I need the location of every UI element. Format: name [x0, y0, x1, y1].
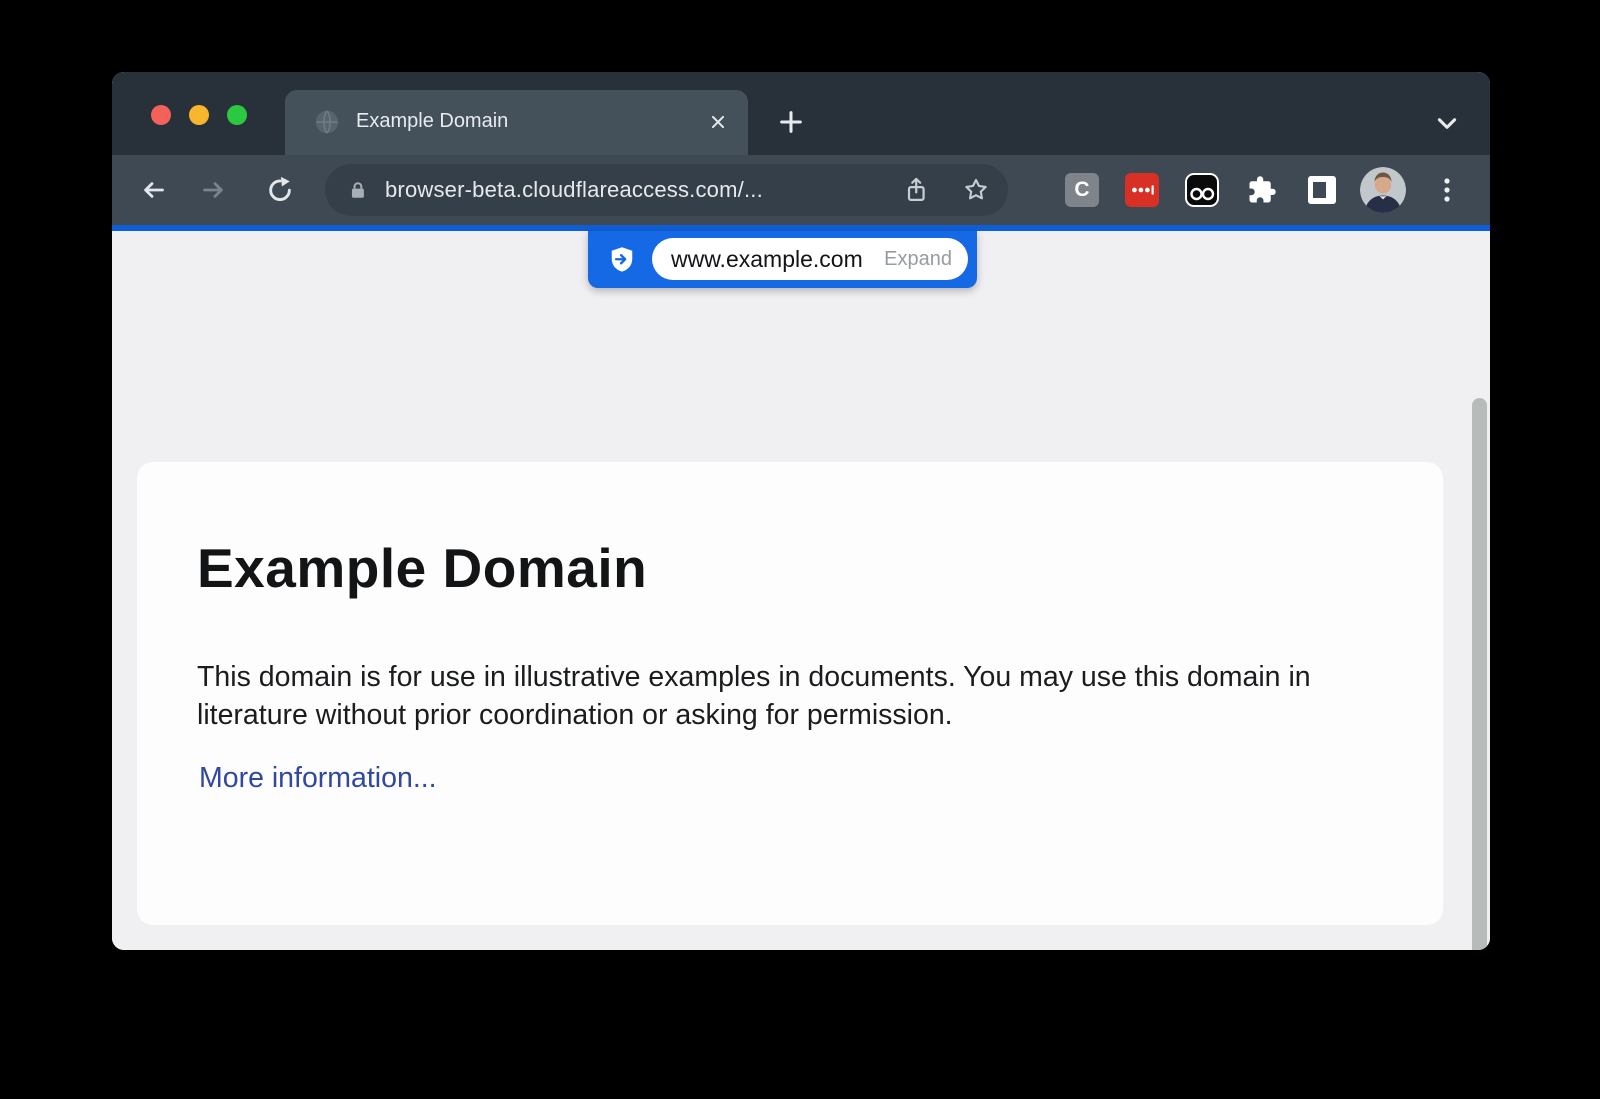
tab-close-icon[interactable]: [704, 108, 732, 136]
expand-button[interactable]: Expand: [884, 248, 952, 271]
bookmark-star-icon[interactable]: [962, 176, 990, 204]
profile-avatar[interactable]: [1360, 167, 1406, 213]
page-viewport: www.example.com Expand Example Domain Th…: [112, 231, 1490, 950]
globe-favicon-icon: [312, 107, 342, 137]
browser-window: Example Domain: [112, 72, 1490, 950]
page-paragraph: This domain is for use in illustrative e…: [197, 658, 1357, 734]
zoom-window-button[interactable]: [227, 105, 247, 125]
forward-button[interactable]: [201, 176, 229, 204]
shield-arrow-icon: [607, 245, 637, 275]
url-text[interactable]: browser-beta.cloudflareaccess.com/...: [385, 164, 763, 216]
more-information-link[interactable]: More information...: [199, 762, 437, 795]
tab-title: Example Domain: [356, 90, 508, 155]
reload-button[interactable]: [266, 176, 294, 204]
address-bar[interactable]: browser-beta.cloudflareaccess.com/...: [325, 164, 1008, 216]
share-icon[interactable]: [902, 176, 930, 204]
minimize-window-button[interactable]: [189, 105, 209, 125]
browser-menu-kebab-icon[interactable]: [1433, 172, 1461, 208]
tab-strip: Example Domain: [112, 72, 1490, 155]
page-title: Example Domain: [197, 536, 647, 600]
vertical-scrollbar-thumb[interactable]: [1472, 398, 1487, 950]
extension-lastpass-icon[interactable]: [1124, 172, 1160, 208]
extension-c-icon[interactable]: C: [1064, 172, 1100, 208]
side-panel-icon[interactable]: [1304, 172, 1340, 208]
tab-list-chevron-icon[interactable]: [1433, 109, 1461, 137]
isolation-url-badge[interactable]: www.example.com Expand: [588, 231, 977, 288]
toolbar: browser-beta.cloudflareaccess.com/... C: [112, 155, 1490, 225]
new-tab-button[interactable]: [777, 108, 805, 136]
close-window-button[interactable]: [151, 105, 171, 125]
ssl-lock-icon[interactable]: [346, 179, 368, 201]
isolated-domain-pill[interactable]: www.example.com Expand: [652, 238, 968, 280]
extensions-puzzle-icon[interactable]: [1244, 172, 1280, 208]
tab-example-domain[interactable]: Example Domain: [285, 90, 748, 155]
isolated-domain-text: www.example.com: [671, 246, 863, 273]
back-button[interactable]: [138, 176, 166, 204]
extension-goggles-icon[interactable]: [1184, 172, 1220, 208]
content-card: Example Domain This domain is for use in…: [137, 462, 1443, 925]
